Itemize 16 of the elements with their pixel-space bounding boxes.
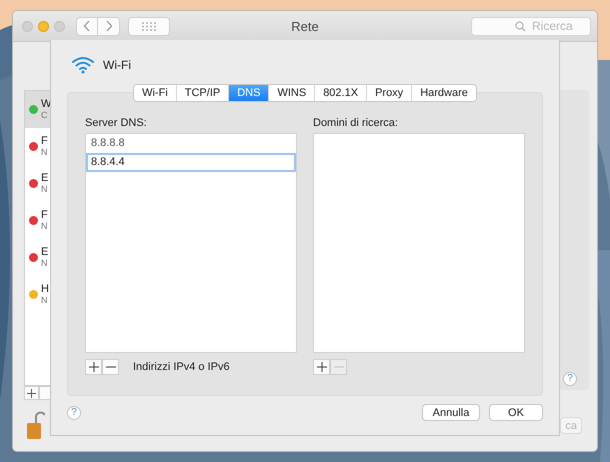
- service-status: N: [41, 294, 48, 306]
- list-label: Domini di ricerca:: [313, 117, 399, 131]
- service-name: E: [41, 172, 48, 184]
- service-name: E: [41, 246, 48, 258]
- sheet-title: Wi-Fi: [103, 58, 131, 72]
- hint-text: Indirizzi IPv4 o IPv6: [133, 361, 230, 373]
- service-status: C: [41, 110, 48, 120]
- service-name: F: [41, 210, 48, 220]
- service-status: N: [41, 146, 48, 158]
- list-label: Server DNS:: [85, 117, 148, 131]
- service-status: N: [41, 220, 48, 232]
- service-status: N: [41, 184, 48, 194]
- service-name: F: [41, 136, 48, 146]
- service-status: N: [41, 258, 48, 268]
- window-title: Rete: [290, 18, 320, 34]
- service-name: H: [41, 284, 49, 294]
